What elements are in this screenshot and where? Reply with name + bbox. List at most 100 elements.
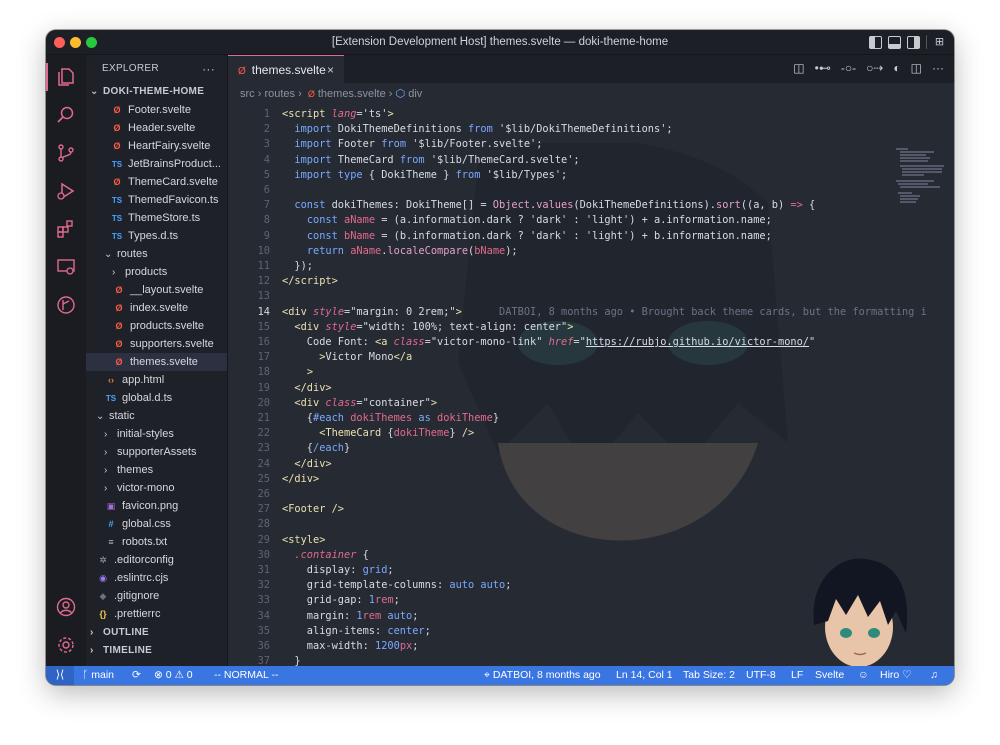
- code-line[interactable]: 18 >: [228, 365, 954, 380]
- git-branch-button[interactable]: ᚴ main: [82, 666, 114, 685]
- breadcrumb-symbol[interactable]: div: [408, 88, 422, 100]
- code-line[interactable]: 33 grid-gap: 1rem;: [228, 593, 954, 608]
- folder-item[interactable]: ⌄ routes: [86, 245, 227, 263]
- code-line[interactable]: 35 align-items: center;: [228, 624, 954, 639]
- code-line[interactable]: 5 import type { DokiTheme } from '$lib/T…: [228, 168, 954, 183]
- file-item[interactable]: {} .prettierrc: [86, 605, 227, 623]
- more-actions-icon[interactable]: ···: [202, 55, 215, 83]
- file-item[interactable]: ‹› app.html: [86, 371, 227, 389]
- code-line[interactable]: 25 </div>: [228, 472, 954, 487]
- open-changes-icon[interactable]: ◫: [793, 61, 804, 75]
- remote-explorer-icon[interactable]: [56, 257, 76, 277]
- explorer-root-folder[interactable]: ⌄ DOKI-THEME-HOME: [86, 83, 227, 101]
- file-item[interactable]: ✲ .editorconfig: [86, 551, 227, 569]
- code-line[interactable]: 19 </div>: [228, 381, 954, 396]
- code-line[interactable]: 37 }: [228, 654, 954, 666]
- files-icon[interactable]: [46, 63, 76, 91]
- breadcrumb-src[interactable]: src: [240, 88, 255, 100]
- code-line[interactable]: 15 <div style="width: 100%; text-align: …: [228, 320, 954, 335]
- outline-section[interactable]: › OUTLINE: [86, 624, 227, 642]
- code-line[interactable]: 1 <script lang='ts'>: [228, 107, 954, 122]
- code-line[interactable]: 21 {#each dokiThemes as dokiTheme}: [228, 411, 954, 426]
- split-editor-icon[interactable]: ◫: [911, 61, 922, 75]
- toggle-secondary-sidebar-icon[interactable]: [907, 35, 920, 49]
- code-line[interactable]: 26: [228, 487, 954, 502]
- folder-item[interactable]: › initial-styles: [86, 425, 227, 443]
- problems-button[interactable]: ⊗ 0 ⚠ 0: [154, 666, 193, 685]
- file-item[interactable]: Øsupporters.svelte: [86, 335, 227, 353]
- code-line[interactable]: 22 <ThemeCard {dokiTheme} />: [228, 426, 954, 441]
- folder-item[interactable]: › products: [86, 263, 227, 281]
- git-graph-icon[interactable]: [56, 295, 76, 315]
- file-item[interactable]: TS Types.d.ts: [86, 227, 227, 245]
- code-line[interactable]: 31 display: grid;: [228, 563, 954, 578]
- code-line[interactable]: 28: [228, 517, 954, 532]
- code-line[interactable]: 17 >Victor Mono</a: [228, 350, 954, 365]
- tab-size[interactable]: Tab Size: 2: [683, 666, 735, 685]
- code-line[interactable]: 4 import ThemeCard from '$lib/ThemeCard.…: [228, 153, 954, 168]
- eol[interactable]: LF: [791, 666, 803, 685]
- cursor-position[interactable]: Ln 14, Col 1: [616, 666, 673, 685]
- encoding[interactable]: UTF-8: [746, 666, 776, 685]
- file-item[interactable]: # global.css: [86, 515, 227, 533]
- file-item[interactable]: TS global.d.ts: [86, 389, 227, 407]
- close-tab-icon[interactable]: ×: [327, 56, 334, 84]
- code-line[interactable]: 12 </script>: [228, 274, 954, 289]
- file-item[interactable]: TS JetBrainsProduct...: [86, 155, 227, 173]
- code-line[interactable]: 30 .container {: [228, 548, 954, 563]
- file-item[interactable]: Øproducts.svelte: [86, 317, 227, 335]
- source-control-icon[interactable]: [56, 143, 76, 163]
- code-line[interactable]: 13: [228, 289, 954, 304]
- file-item[interactable]: Øthemes.svelte: [86, 353, 227, 371]
- file-item[interactable]: TS ThemedFavicon.ts: [86, 191, 227, 209]
- code-line[interactable]: 32 grid-template-columns: auto auto;: [228, 578, 954, 593]
- sync-icon[interactable]: ⟳: [132, 666, 141, 685]
- git-blame-button[interactable]: ⌖ DATBOI, 8 months ago: [484, 666, 601, 685]
- code-line[interactable]: 3 import Footer from '$lib/Footer.svelte…: [228, 137, 954, 152]
- code-line[interactable]: 6: [228, 183, 954, 198]
- folder-item[interactable]: › themes: [86, 461, 227, 479]
- run-debug-icon[interactable]: [56, 181, 76, 201]
- customize-layout-icon[interactable]: ⊞: [933, 36, 946, 49]
- git-commit-icon[interactable]: -○-: [841, 61, 856, 75]
- file-item[interactable]: ◆ .gitignore: [86, 587, 227, 605]
- code-line[interactable]: 9 const bName = (b.information.dark ? 'd…: [228, 229, 954, 244]
- notifications-icon[interactable]: ♫: [930, 666, 938, 685]
- code-line[interactable]: 2 import DokiThemeDefinitions from '$lib…: [228, 122, 954, 137]
- file-item[interactable]: ≡ robots.txt: [86, 533, 227, 551]
- code-line[interactable]: 27 <Footer />: [228, 502, 954, 517]
- remote-indicator-icon[interactable]: ⟩⟨: [46, 666, 74, 685]
- code-line[interactable]: 24 </div>: [228, 457, 954, 472]
- theme-indicator[interactable]: Hiro ♡: [880, 666, 912, 685]
- code-line[interactable]: 34 margin: 1rem auto;: [228, 609, 954, 624]
- timeline-section[interactable]: › TIMELINE: [86, 642, 227, 660]
- code-line[interactable]: 36 max-width: 1200px;: [228, 639, 954, 654]
- breadcrumb-file[interactable]: themes.svelte: [318, 88, 386, 100]
- code-editor[interactable]: 1 <script lang='ts'> 2 import DokiThemeDef…: [228, 103, 954, 666]
- language-mode[interactable]: Svelte: [815, 666, 844, 685]
- file-item[interactable]: ◉ .eslintrc.cjs: [86, 569, 227, 587]
- file-item[interactable]: Ø ThemeCard.svelte: [86, 173, 227, 191]
- previous-change-icon[interactable]: •⊷: [815, 61, 831, 75]
- feedback-icon[interactable]: ☺: [858, 666, 869, 685]
- tab-themes-svelte[interactable]: Øthemes.svelte ×: [228, 55, 344, 83]
- code-line[interactable]: 16 Code Font: <a class="victor-mono-link…: [228, 335, 954, 350]
- file-item[interactable]: Ø __layout.svelte: [86, 281, 227, 299]
- file-item[interactable]: Ø Footer.svelte: [86, 101, 227, 119]
- folder-item[interactable]: › victor-mono: [86, 479, 227, 497]
- file-item[interactable]: TS ThemeStore.ts: [86, 209, 227, 227]
- code-line[interactable]: 10 return aName.localeCompare(bName);: [228, 244, 954, 259]
- code-line[interactable]: 11 });: [228, 259, 954, 274]
- code-line[interactable]: 7 const dokiThemes: DokiTheme[] = Object…: [228, 198, 954, 213]
- code-line[interactable]: 14 <div style="margin: 0 2rem;"> DATBOI, …: [228, 305, 954, 320]
- file-item[interactable]: Ø Header.svelte: [86, 119, 227, 137]
- folder-item[interactable]: › supporterAssets: [86, 443, 227, 461]
- code-line[interactable]: 20 <div class="container">: [228, 396, 954, 411]
- more-editor-actions-icon[interactable]: ···: [932, 61, 944, 75]
- breadcrumb-routes[interactable]: routes: [264, 88, 295, 100]
- code-line[interactable]: 23 {/each}: [228, 441, 954, 456]
- file-item[interactable]: Øindex.svelte: [86, 299, 227, 317]
- toggle-panel-icon[interactable]: [888, 35, 901, 49]
- toggle-primary-sidebar-icon[interactable]: [869, 35, 882, 49]
- next-change-icon[interactable]: ○⇢: [866, 61, 883, 75]
